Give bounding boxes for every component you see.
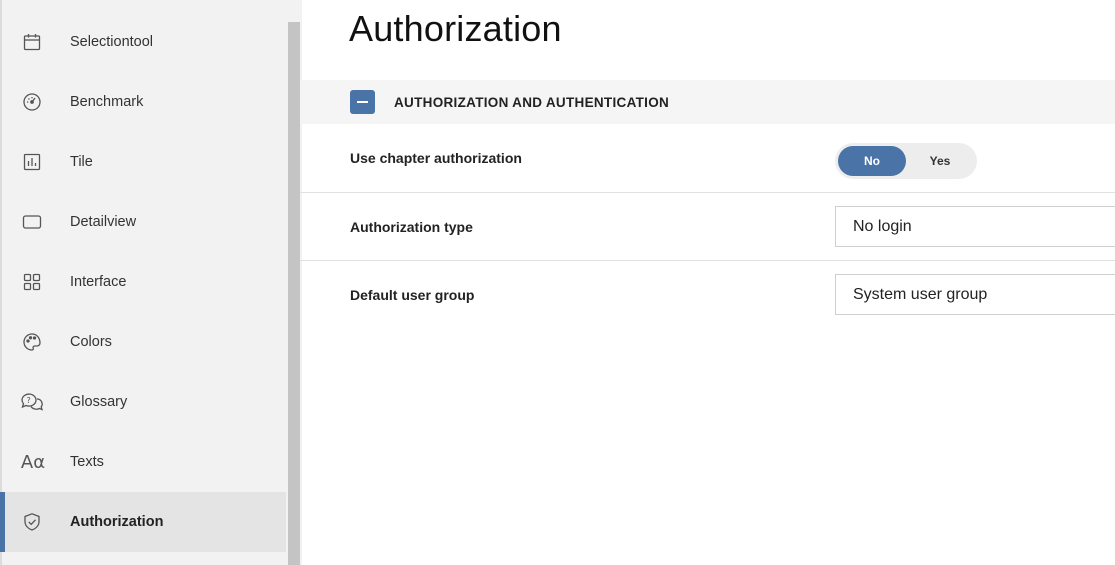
chapter-authorization-toggle[interactable]: No Yes	[835, 143, 977, 179]
sidebar: Selectiontool Benchmark Tile Detailview …	[0, 0, 302, 565]
sidebar-list: Selectiontool Benchmark Tile Detailview …	[0, 12, 286, 552]
setting-label: Authorization type	[350, 219, 473, 235]
grid-icon	[20, 270, 44, 294]
main-content: Authorization AUTHORIZATION AND AUTHENTI…	[300, 0, 1115, 565]
sidebar-item-texts[interactable]: Aα Texts	[2, 432, 286, 492]
gauge-icon	[20, 90, 44, 114]
select-value: No login	[853, 218, 912, 235]
toggle-option-no[interactable]: No	[838, 146, 906, 176]
sidebar-item-label: Interface	[70, 274, 127, 290]
sidebar-item-label: Benchmark	[70, 94, 144, 110]
page-title: Authorization	[349, 8, 562, 49]
palette-icon	[20, 330, 44, 354]
text-icon-glyph: Aα	[20, 451, 46, 473]
setting-row-authorization-type: Authorization type No login	[300, 193, 1115, 261]
sidebar-item-label: Selectiontool	[70, 34, 154, 50]
sidebar-item-benchmark[interactable]: Benchmark	[2, 72, 286, 132]
collapse-section-button[interactable]	[350, 90, 375, 114]
sidebar-item-selectiontool[interactable]: Selectiontool	[2, 12, 286, 72]
shield-check-icon	[20, 510, 44, 534]
sidebar-item-label: Colors	[70, 334, 112, 350]
sidebar-item-label: Authorization	[70, 514, 164, 530]
setting-label: Use chapter authorization	[350, 150, 522, 166]
setting-row-chapter-authorization: Use chapter authorization No Yes	[300, 124, 1115, 193]
default-user-group-select[interactable]: System user group	[835, 274, 1115, 315]
sidebar-item-detailview[interactable]: Detailview	[2, 192, 286, 252]
rectangle-icon	[20, 210, 44, 234]
setting-row-default-user-group: Default user group System user group	[300, 261, 1115, 329]
sidebar-item-colors[interactable]: Colors	[2, 312, 286, 372]
select-value: System user group	[853, 286, 988, 303]
sidebar-item-tile[interactable]: Tile	[2, 132, 286, 192]
section-header: AUTHORIZATION AND AUTHENTICATION	[300, 80, 1115, 124]
setting-label: Default user group	[350, 287, 475, 303]
authorization-type-select[interactable]: No login	[835, 206, 1115, 247]
sidebar-item-label: Tile	[70, 154, 93, 170]
text-icon: Aα	[18, 450, 48, 474]
sidebar-item-label: Detailview	[70, 214, 137, 230]
sidebar-item-glossary[interactable]: ? Glossary	[2, 372, 286, 432]
sidebar-item-authorization[interactable]: Authorization	[0, 492, 286, 552]
sidebar-item-label: Glossary	[70, 394, 128, 410]
sidebar-item-label: Texts	[70, 454, 104, 470]
sidebar-scrollbar-thumb[interactable]	[288, 22, 300, 565]
calendar-icon	[20, 30, 44, 54]
section-title: AUTHORIZATION AND AUTHENTICATION	[394, 95, 670, 110]
sidebar-item-interface[interactable]: Interface	[2, 252, 286, 312]
bar-chart-icon	[20, 150, 44, 174]
speech-bubbles-icon: ?	[20, 390, 44, 414]
svg-text:?: ?	[27, 396, 31, 405]
toggle-option-yes[interactable]: Yes	[906, 146, 974, 176]
